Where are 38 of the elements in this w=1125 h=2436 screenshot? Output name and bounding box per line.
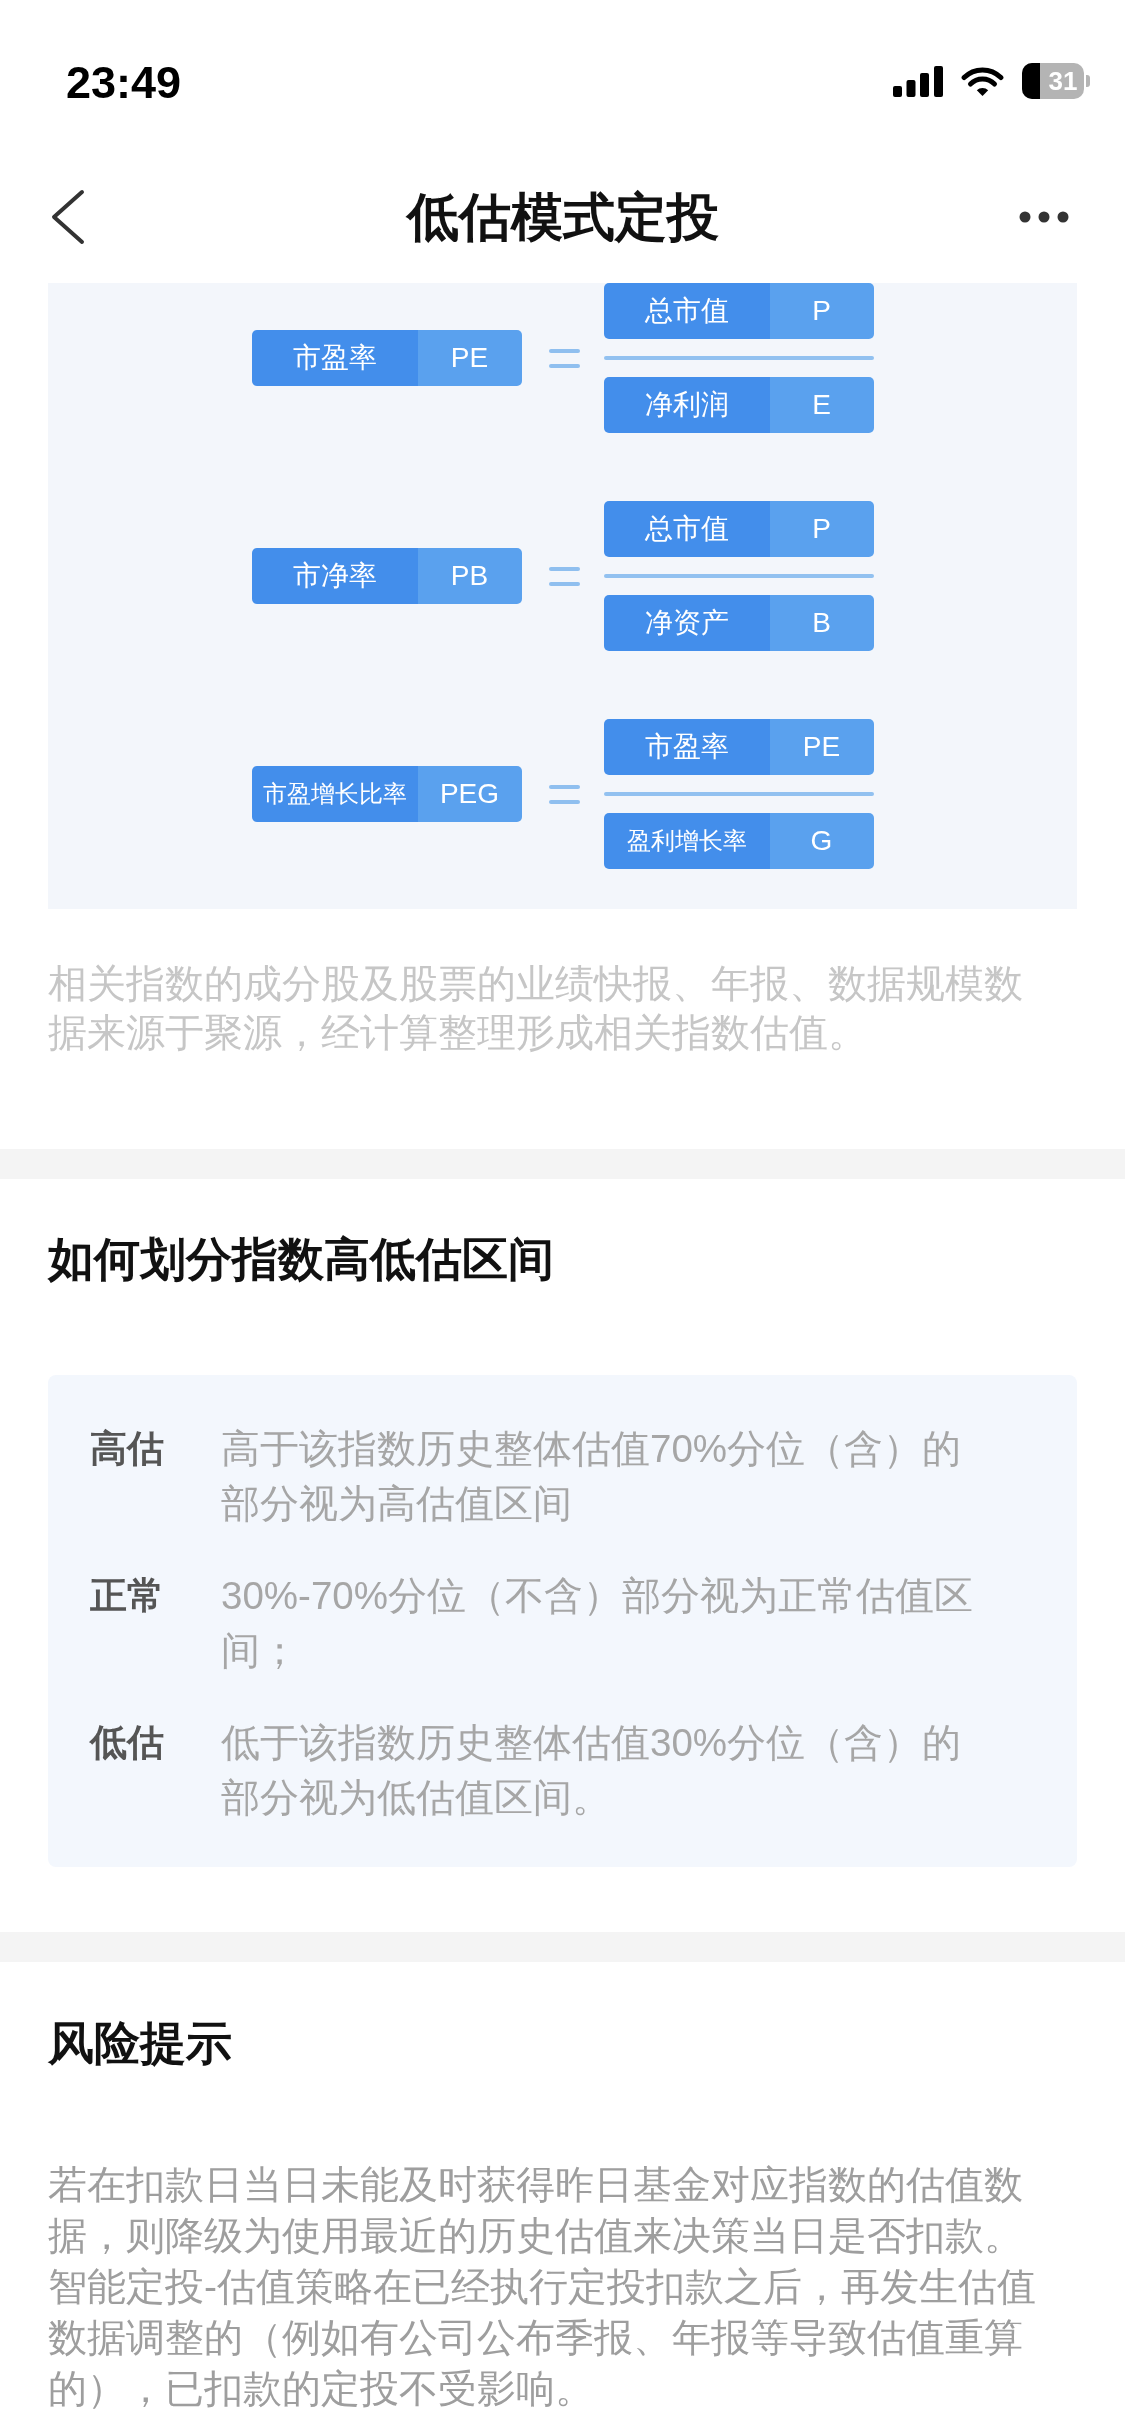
term-symbol: P: [769, 283, 874, 339]
equals-icon: [548, 784, 580, 804]
term-name: 市盈率: [251, 330, 418, 386]
back-icon[interactable]: [50, 188, 85, 245]
section-title: 如何划分指数高低估区间: [48, 1232, 555, 1287]
range-label: 正常: [90, 1574, 164, 1618]
term-name: 总市值: [603, 501, 770, 557]
section-title: 风险提示: [48, 2016, 233, 2071]
term-name: 市净率: [251, 548, 418, 604]
source-note: 相关指数的成分股及股票的业绩快报、年报、数据规模数据来源于聚源，经计算整理形成相关指数估值。: [48, 961, 1024, 1056]
term-name: 净资产: [603, 595, 770, 651]
more-icon[interactable]: [1019, 210, 1069, 223]
status-time: 23:49: [66, 60, 182, 105]
signal-icon: [893, 65, 943, 97]
range-label: 低估: [90, 1721, 164, 1765]
term-symbol: P: [769, 501, 874, 557]
range-description: 30%-70%分位（不含）部分视为正常估值区间；: [221, 1573, 974, 1674]
term-symbol: B: [769, 595, 874, 651]
term-name: 盈利增长率: [603, 813, 770, 869]
term-symbol: PE: [417, 330, 522, 386]
term-name: 市盈增长比率: [251, 766, 418, 822]
term-symbol: E: [769, 377, 874, 433]
equals-icon: [548, 566, 580, 586]
term-name: 净利润: [603, 377, 770, 433]
page-title: 低估模式定投: [406, 186, 719, 248]
equals-icon: [548, 348, 580, 368]
range-description: 低于该指数历史整体估值30%分位（含）的部分视为低估值区间。: [221, 1720, 963, 1821]
battery-percent: 31: [1047, 65, 1079, 98]
range-label: 高估: [90, 1427, 164, 1471]
term-name: 总市值: [603, 283, 770, 339]
term-symbol: PE: [769, 719, 874, 775]
wifi-icon: [961, 65, 1004, 97]
term-name: 市盈率: [603, 719, 770, 775]
range-description: 高于该指数历史整体估值70%分位（含）的部分视为高估值区间: [221, 1426, 963, 1527]
term-symbol: G: [769, 813, 874, 869]
term-symbol: PB: [417, 548, 522, 604]
risk-text: 若在扣款日当日未能及时获得昨日基金对应指数的估值数据，则降级为使用最近的历史估值来决策当日是否扣款。智能定投-估值策略在已经执行定投扣款之后，再发生估值数据调整的（例如有公司公布季报、年报等导致估值重算的），已扣款的定投不受影响。: [48, 2162, 1037, 2412]
term-symbol: PEG: [417, 766, 522, 822]
